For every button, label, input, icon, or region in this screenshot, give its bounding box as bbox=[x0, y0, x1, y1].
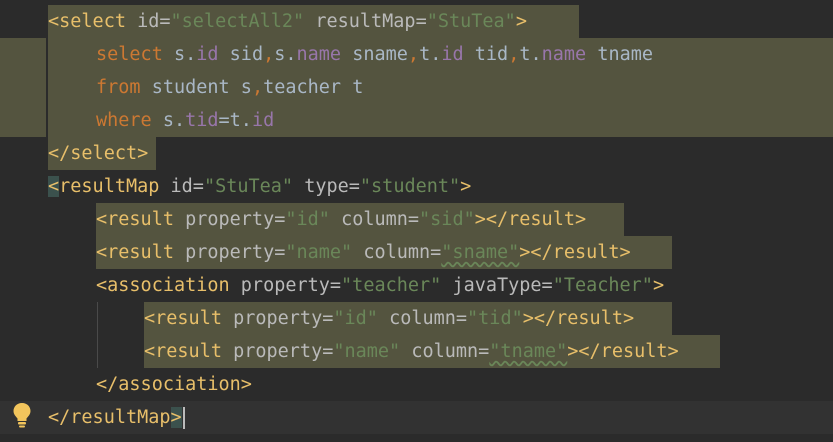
code-token: sname bbox=[352, 44, 408, 65]
code-token: ></result> bbox=[519, 242, 631, 263]
code-token: =t. bbox=[218, 110, 252, 131]
code-line[interactable]: </select> bbox=[48, 137, 148, 170]
code-token: select bbox=[96, 44, 174, 65]
code-token: "name" bbox=[285, 242, 364, 263]
code-token: resultMap= bbox=[315, 11, 427, 32]
code-token: , bbox=[251, 77, 264, 98]
code-token: , bbox=[407, 44, 420, 65]
code-token: column= bbox=[389, 308, 468, 329]
code-token: where bbox=[96, 110, 163, 131]
code-token: "tname" bbox=[489, 341, 568, 362]
code-token: > bbox=[515, 11, 527, 32]
code-token: from bbox=[96, 77, 152, 98]
code-line[interactable]: <result property="id" column="tid"></res… bbox=[48, 302, 634, 335]
code-token: "Teacher" bbox=[552, 275, 653, 296]
code-token: student s bbox=[151, 77, 252, 98]
code-token: property= bbox=[240, 275, 342, 296]
code-token: property= bbox=[233, 308, 334, 329]
lightbulb-icon[interactable] bbox=[12, 402, 32, 428]
code-token: s. bbox=[274, 44, 297, 65]
code-token: s. bbox=[162, 110, 186, 131]
code-token: tname bbox=[597, 44, 654, 65]
code-token: > bbox=[652, 275, 665, 296]
code-token: property= bbox=[185, 209, 286, 230]
code-token: tid bbox=[474, 44, 509, 65]
code-token: <resultMap bbox=[48, 176, 171, 197]
gutter-highlight bbox=[0, 38, 46, 137]
code-line[interactable]: </association> bbox=[48, 368, 252, 401]
code-token: javaType= bbox=[452, 275, 553, 296]
code-token: column= bbox=[341, 209, 420, 230]
code-token: id bbox=[196, 44, 230, 65]
code-token: id bbox=[251, 110, 275, 131]
code-token: </select> bbox=[48, 143, 149, 164]
code-token: column= bbox=[411, 341, 490, 362]
code-token: teacher t bbox=[263, 77, 364, 98]
code-token: property= bbox=[185, 242, 286, 263]
code-token: "sid" bbox=[419, 209, 475, 230]
code-token: id bbox=[441, 44, 475, 65]
code-token: "name" bbox=[333, 341, 412, 362]
code-token: ></result> bbox=[474, 209, 587, 230]
code-token: <result bbox=[96, 209, 186, 230]
code-line[interactable]: <association property="teacher" javaType… bbox=[48, 269, 664, 302]
code-token: t. bbox=[519, 44, 542, 65]
code-token: <association bbox=[96, 275, 241, 296]
code-token: type= bbox=[304, 176, 360, 197]
code-token: > bbox=[460, 176, 472, 197]
code-token: , bbox=[508, 44, 520, 65]
code-line[interactable]: <result property="id" column="sid"></res… bbox=[48, 203, 586, 236]
code-line[interactable]: <result property="name" column="tname"><… bbox=[48, 335, 679, 368]
code-token: , bbox=[263, 44, 275, 65]
code-token: name bbox=[296, 44, 353, 65]
code-line[interactable]: <result property="name" column="sname"><… bbox=[48, 236, 631, 269]
code-token: "id" bbox=[333, 308, 390, 329]
code-line[interactable]: from student s,teacher t bbox=[48, 71, 363, 104]
code-token: id= bbox=[137, 11, 171, 32]
code-token: "StuTea" bbox=[203, 176, 305, 197]
code-token: "sname" bbox=[441, 242, 520, 263]
code-token: <result bbox=[144, 341, 234, 362]
code-line[interactable]: <resultMap id="StuTea" type="student"> bbox=[48, 170, 471, 203]
code-token: <result bbox=[144, 308, 234, 329]
code-line[interactable]: </resultMap> bbox=[48, 401, 185, 434]
code-line[interactable]: select s.id sid,s.name sname,t.id tid,t.… bbox=[48, 38, 653, 71]
code-token: ></result> bbox=[522, 308, 635, 329]
code-token: ></result> bbox=[567, 341, 679, 362]
code-token: "tid" bbox=[467, 308, 523, 329]
code-token: </association> bbox=[96, 374, 252, 395]
code-token: name bbox=[541, 44, 598, 65]
code-token: "student" bbox=[359, 176, 461, 197]
code-token: t. bbox=[419, 44, 442, 65]
code-token: "teacher" bbox=[341, 275, 453, 296]
code-token: s. bbox=[173, 44, 197, 65]
code-token: </resultMap> bbox=[48, 407, 182, 428]
code-token: "selectAll2" bbox=[170, 11, 316, 32]
code-token: "StuTea" bbox=[426, 11, 516, 32]
code-token: "id" bbox=[285, 209, 342, 230]
code-line[interactable]: <select id="selectAll2" resultMap="StuTe… bbox=[48, 5, 527, 38]
code-token: property= bbox=[233, 341, 334, 362]
code-token: <result bbox=[96, 242, 186, 263]
code-token: sid bbox=[229, 44, 264, 65]
code-token: id= bbox=[170, 176, 204, 197]
code-token: column= bbox=[363, 242, 442, 263]
code-token: <select bbox=[48, 11, 138, 32]
code-token: tid bbox=[185, 110, 219, 131]
text-caret bbox=[182, 407, 185, 429]
code-line[interactable]: where s.tid=t.id bbox=[48, 104, 274, 137]
